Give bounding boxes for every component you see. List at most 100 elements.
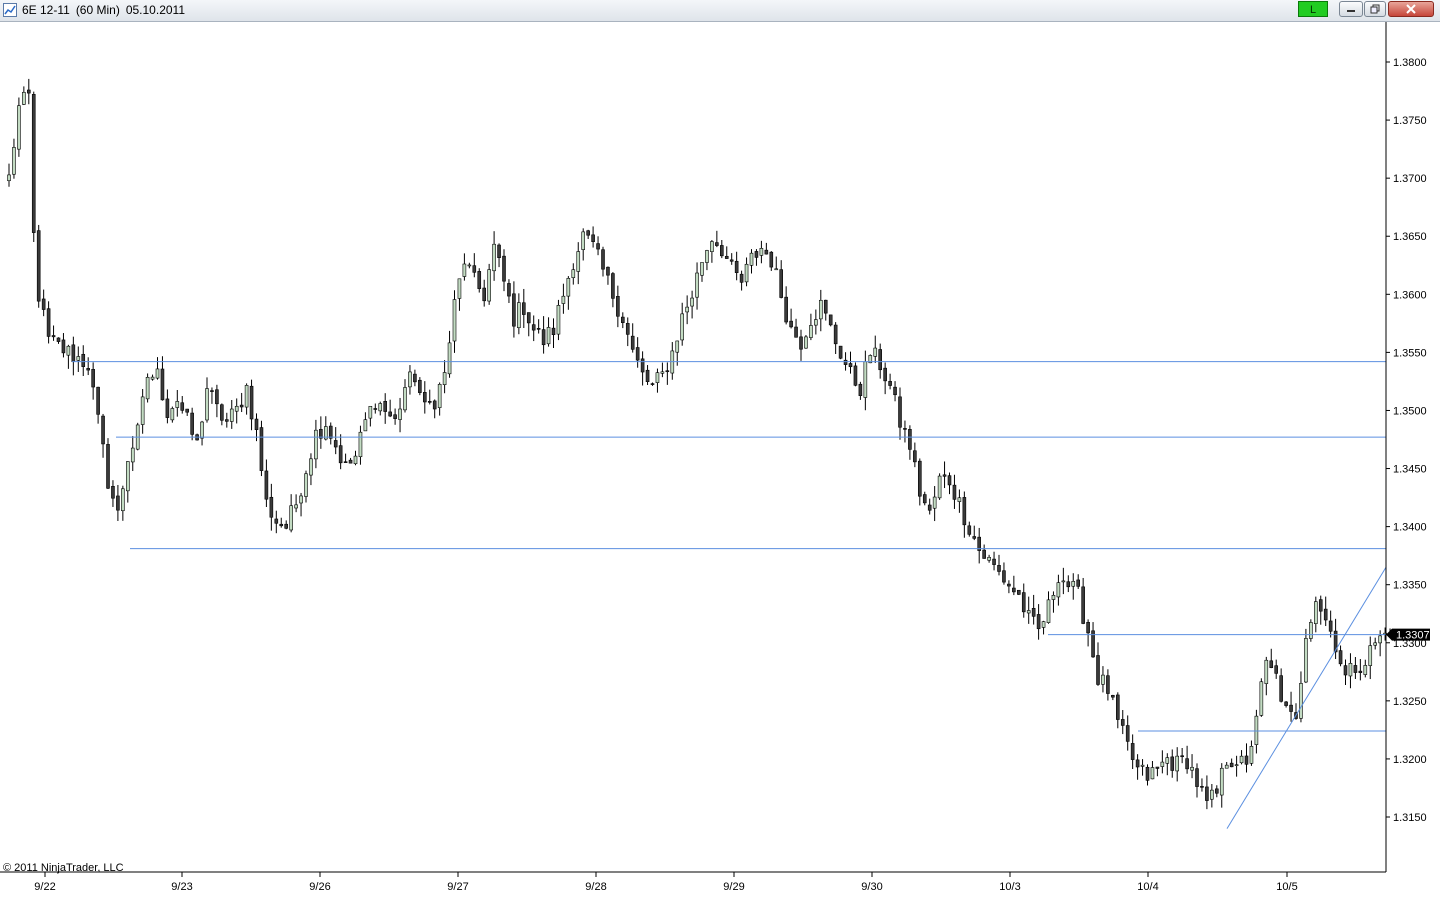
candle — [76, 346, 81, 372]
candle — [427, 389, 432, 405]
candle-body-down — [1007, 583, 1011, 587]
candle-body-up — [1224, 764, 1229, 769]
candle — [452, 290, 457, 353]
candle — [239, 392, 244, 413]
candle-body-up — [314, 429, 318, 460]
candle-body-down — [1229, 762, 1234, 768]
candle — [833, 322, 838, 355]
candle-body-down — [1338, 650, 1343, 665]
candle-body-down — [111, 486, 115, 499]
candle — [378, 401, 383, 416]
candle-body-up — [1150, 767, 1155, 780]
candle — [665, 362, 670, 385]
candle-body-down — [734, 260, 739, 273]
candle — [1200, 778, 1204, 792]
candle-body-down — [56, 337, 61, 342]
candle — [180, 396, 185, 414]
candle-body-up — [804, 336, 808, 349]
candle-body-down — [190, 412, 194, 435]
candle — [987, 554, 991, 563]
candle — [1254, 709, 1259, 754]
candle — [680, 302, 685, 346]
candle — [997, 554, 1001, 576]
candle — [338, 434, 343, 470]
candle — [1368, 636, 1373, 680]
candle-body-down — [1135, 759, 1140, 768]
candle-body-up — [576, 251, 581, 272]
candle — [1021, 583, 1026, 618]
candle — [566, 276, 571, 310]
candle — [769, 251, 774, 271]
restore-button[interactable] — [1364, 1, 1386, 17]
candlestick-series — [7, 78, 1392, 810]
candle — [789, 308, 793, 329]
candle — [581, 228, 586, 261]
candle — [992, 551, 996, 571]
candle — [1259, 678, 1264, 717]
time-tick-label: 9/22 — [34, 881, 55, 893]
candle — [620, 312, 625, 329]
candle — [309, 453, 313, 486]
candle-body-down — [616, 296, 620, 317]
candle — [1175, 747, 1179, 782]
candle — [71, 336, 76, 376]
price-chart[interactable]: 1.3800 1.3750 1.3700 1.3650 1.3600 1.3550 1.35… — [0, 22, 1440, 900]
candle-body-down — [160, 368, 165, 401]
price-tick-label: 1.3200 — [1393, 754, 1427, 766]
candle-body-up — [571, 269, 576, 279]
candle-body-up — [873, 347, 878, 357]
candle — [7, 163, 11, 187]
candle-body-down — [46, 308, 51, 337]
candle — [853, 362, 858, 387]
candle — [764, 242, 769, 255]
candle — [917, 458, 922, 506]
candle — [922, 491, 927, 506]
candle — [670, 342, 675, 380]
candle-body-up — [932, 496, 937, 509]
candle-body-up — [200, 421, 204, 439]
candle-body-up — [1165, 757, 1170, 764]
candle-body-down — [586, 230, 590, 236]
minimize-button[interactable] — [1339, 1, 1363, 17]
candle — [878, 343, 883, 379]
candle-body-up — [1249, 746, 1254, 764]
candle-body-down — [729, 259, 734, 262]
time-tick-label: 9/28 — [585, 881, 606, 893]
candle-body-up — [1210, 789, 1214, 800]
price-tick-label: 1.3250 — [1393, 696, 1427, 708]
candle-body-down — [388, 411, 392, 417]
candle — [91, 362, 95, 400]
candle — [383, 393, 388, 424]
candle-body-down — [724, 255, 729, 259]
candle-body-up — [546, 327, 551, 345]
candle-body-down — [210, 390, 214, 392]
candle-body-down — [1021, 592, 1026, 613]
candle-body-down — [942, 474, 947, 477]
candle — [1289, 691, 1293, 722]
candle-body-down — [521, 302, 526, 315]
candle — [457, 278, 462, 311]
candle-body-down — [393, 414, 397, 419]
candle-body-up — [710, 241, 714, 252]
candle — [521, 288, 526, 329]
candle-body-down — [343, 461, 348, 463]
candle-body-down — [927, 504, 932, 511]
chart-panel[interactable]: 1.3800 1.3750 1.3700 1.3650 1.3600 1.3550 1.35… — [0, 22, 1440, 900]
candle-body-up — [1368, 645, 1373, 666]
candle — [249, 379, 254, 431]
candle-body-down — [101, 415, 105, 445]
close-button[interactable] — [1388, 1, 1434, 17]
window-title: 6E 12-11 (60 Min) 05.10.2011 — [22, 3, 191, 17]
candle-body-up — [863, 361, 868, 398]
candle-body-up — [358, 431, 363, 458]
candle — [229, 400, 234, 429]
candle-body-down — [952, 484, 957, 500]
candle — [1031, 594, 1036, 625]
candle — [1041, 620, 1046, 635]
candle-body-up — [749, 252, 754, 266]
candle-body-down — [1086, 621, 1090, 634]
candle — [200, 420, 204, 446]
candle-body-up — [7, 174, 11, 182]
candle-body-down — [51, 335, 56, 338]
link-button[interactable]: L — [1298, 1, 1328, 17]
